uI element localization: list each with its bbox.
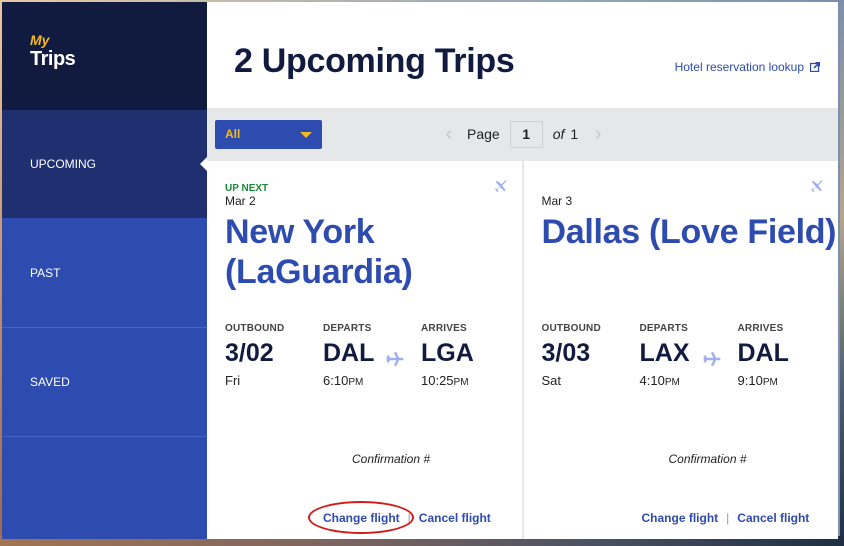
hotel-reservation-lookup-link[interactable]: Hotel reservation lookup [675, 60, 820, 74]
plane-icon [811, 180, 823, 192]
change-flight-link[interactable]: Change flight [323, 511, 400, 525]
arrives-time-value: 9:10 [737, 373, 763, 388]
outbound-day: Sat [541, 373, 562, 388]
separator: | [407, 511, 411, 525]
up-next-badge: UP NEXT [225, 183, 269, 194]
outbound-column: OUTBOUND 3/03 Sat [542, 323, 640, 388]
departs-airport-code: LAX [639, 339, 690, 367]
page-number-input[interactable]: 1 [509, 120, 543, 148]
trip-destination: New York (LaGuardia) [225, 213, 413, 291]
departs-time-value: 6:10 [323, 373, 349, 388]
departs-ampm: PM [348, 377, 364, 388]
chevron-down-icon [300, 132, 312, 138]
confirmation-number: Confirmation # [352, 452, 431, 466]
sidebar-item-past[interactable]: PAST [2, 219, 207, 328]
outbound-date: 3/03 [541, 339, 591, 367]
external-link-icon [810, 62, 820, 72]
desktop-background-right [840, 0, 844, 546]
arrives-label: ARRIVES [737, 323, 784, 334]
sidebar-item-label: SAVED [30, 375, 70, 389]
flight-legs: OUTBOUND 3/03 Sat DEPARTS LAX 4:10PM ARR… [542, 323, 836, 388]
arrives-time-value: 10:25 [421, 373, 454, 388]
trip-card: Mar 3 Dallas (Love Field) OUTBOUND 3/03 … [521, 161, 839, 539]
arrives-column: ARRIVES DAL 9:10PM [738, 323, 836, 388]
trip-date: Mar 2 [225, 194, 256, 208]
change-flight-wrap: Change flight [308, 501, 414, 534]
pager-total: 1 [570, 126, 579, 142]
brand-trips: Trips [30, 48, 76, 70]
previous-page-button[interactable]: ‹ [441, 124, 457, 144]
arrives-column: ARRIVES LGA 10:25PM [421, 323, 519, 388]
pagination: ‹ Page 1 of 1 › [441, 120, 606, 148]
departs-time: 6:10PM [323, 373, 421, 388]
arrives-airport-code: LGA [421, 339, 474, 367]
sidebar-item-saved[interactable]: SAVED [2, 328, 207, 437]
plane-right-icon [702, 351, 720, 367]
cancel-flight-link[interactable]: Cancel flight [737, 511, 809, 525]
pager-of-label: of [552, 126, 565, 142]
plane-icon [494, 180, 506, 192]
trip-actions: Change flight | Cancel flight [642, 511, 810, 525]
page-title: 2 Upcoming Trips [234, 42, 515, 80]
cancel-flight-link[interactable]: Cancel flight [419, 511, 491, 525]
my-trips-panel: My Trips UPCOMING PAST SAVED 2 Upcoming … [2, 2, 838, 539]
main-content: 2 Upcoming Trips Hotel reservation looku… [207, 2, 838, 539]
trip-card: UP NEXT Mar 2 New York (LaGuardia) OUTBO… [207, 161, 522, 539]
departs-time-value: 4:10 [639, 373, 665, 388]
sidebar: My Trips UPCOMING PAST SAVED [2, 2, 207, 539]
confirmation-number: Confirmation # [668, 452, 747, 466]
outbound-label: OUTBOUND [541, 323, 601, 334]
departs-column: DEPARTS LAX 4:10PM [640, 323, 738, 388]
outbound-day: Fri [225, 373, 241, 388]
header: 2 Upcoming Trips Hotel reservation looku… [207, 2, 838, 108]
sidebar-item-label: PAST [30, 266, 61, 280]
flight-legs: OUTBOUND 3/02 Fri DEPARTS DAL 6:10PM ARR… [225, 323, 519, 388]
trip-filter-dropdown[interactable]: All [215, 120, 322, 149]
pager-label: Page [467, 126, 500, 142]
departs-label: DEPARTS [639, 323, 688, 334]
arrives-time: 9:10PM [738, 373, 836, 388]
change-flight-link[interactable]: Change flight [642, 511, 719, 525]
departs-column: DEPARTS DAL 6:10PM [323, 323, 421, 388]
departs-ampm: PM [664, 377, 680, 388]
up-next-badge [542, 183, 839, 195]
brand-logo: My Trips [2, 2, 207, 110]
plane-right-icon [386, 351, 404, 367]
arrives-time: 10:25PM [421, 373, 519, 388]
trip-cards: UP NEXT Mar 2 New York (LaGuardia) OUTBO… [207, 161, 838, 539]
outbound-date: 3/02 [225, 339, 274, 367]
filter-selected-value: All [225, 127, 241, 141]
next-page-button[interactable]: › [590, 124, 606, 144]
toolbar: All ‹ Page 1 of 1 › [207, 108, 838, 161]
departs-airport-code: DAL [323, 339, 375, 367]
sidebar-item-upcoming[interactable]: UPCOMING [2, 110, 207, 219]
trip-actions: Change flight | Cancel flight [308, 501, 491, 534]
arrives-label: ARRIVES [421, 323, 467, 334]
trip-date: Mar 3 [541, 194, 573, 208]
sidebar-item-label: UPCOMING [30, 157, 96, 171]
arrives-ampm: PM [762, 377, 778, 388]
brand-my: My [30, 32, 50, 48]
hotel-link-label: Hotel reservation lookup [674, 60, 804, 74]
outbound-column: OUTBOUND 3/02 Fri [225, 323, 323, 388]
arrives-airport-code: DAL [737, 339, 789, 367]
departs-label: DEPARTS [323, 323, 372, 334]
trip-destination: Dallas (Love Field) [541, 213, 837, 251]
outbound-label: OUTBOUND [225, 323, 285, 334]
separator: | [726, 511, 730, 525]
arrives-ampm: PM [453, 377, 469, 388]
departs-time: 4:10PM [640, 373, 738, 388]
